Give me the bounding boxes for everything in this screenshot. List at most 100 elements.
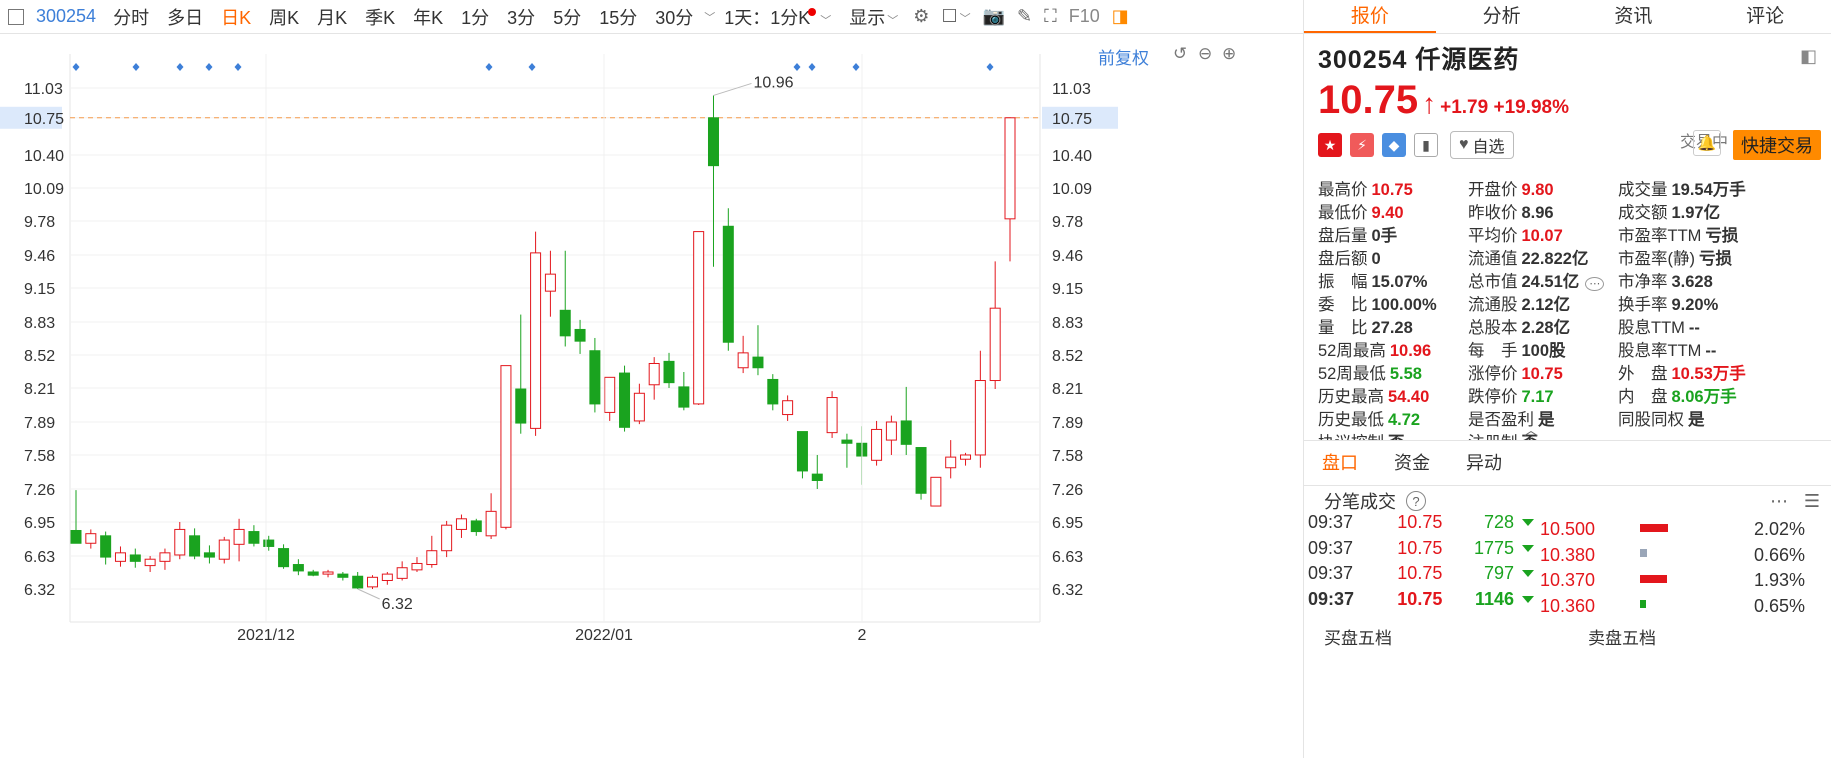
quote-value: 8.96	[1521, 203, 1554, 222]
quote-label: 委 比	[1318, 295, 1368, 314]
undo-icon[interactable]: ↺	[1173, 44, 1187, 64]
add-watchlist-button[interactable]: ♥ 自选	[1450, 131, 1514, 159]
market-subtab[interactable]: 盘口	[1304, 440, 1376, 486]
limit-up-icon[interactable]: ⚡	[1350, 133, 1374, 157]
quote-value: 9.80	[1521, 180, 1554, 199]
adjust-select[interactable]: 前复权	[1098, 44, 1149, 69]
candle-body	[218, 539, 230, 560]
market-subtab[interactable]: 异动	[1448, 440, 1520, 486]
multi-day-label: 1天：1分K	[724, 7, 811, 28]
panel-tab[interactable]: 分析	[1436, 0, 1568, 33]
quick-trade-button[interactable]: 快捷交易	[1733, 130, 1821, 160]
tag-icon[interactable]: ◆	[1382, 133, 1406, 157]
alert-bell-icon[interactable]: 🔔	[1693, 130, 1721, 156]
more-icon[interactable]: ⋯	[1585, 276, 1605, 291]
period-tab[interactable]: 分时	[104, 4, 158, 30]
candle-body	[885, 421, 897, 441]
collapse-panel-icon[interactable]: ◧	[1800, 46, 1817, 67]
camera-icon[interactable]: 📷	[977, 6, 1011, 27]
y-tick-label: 7.58	[24, 448, 55, 465]
more-icon[interactable]: ⋯	[1770, 491, 1788, 512]
tick-price: 10.75	[1397, 512, 1443, 533]
quote-label: 52周最低	[1318, 364, 1386, 383]
period-tab[interactable]: 年K	[404, 4, 452, 30]
depth-list: 10.500 2.02% 10.380 0.66% 10.370 1.93% 10.360 0…	[1540, 517, 1820, 617]
kline-svg[interactable]: 11.03 11.03 10.75 10.75 10.40 10.40 10.09 10.09…	[0, 34, 1303, 758]
panel-tab[interactable]: 报价	[1304, 0, 1436, 33]
period-tab[interactable]: 日K	[212, 4, 260, 30]
quote-cell: 流通股 2.12亿	[1468, 291, 1618, 315]
sidebar-toggle-icon[interactable]	[8, 8, 24, 25]
y-tick-label: 9.46	[24, 248, 55, 265]
panel-tab[interactable]: 评论	[1699, 0, 1831, 33]
quote-label: 最高价	[1318, 180, 1368, 199]
panel-tab[interactable]: 资讯	[1568, 0, 1700, 33]
help-icon[interactable]: ?	[1406, 491, 1426, 511]
quote-value: 2.28亿	[1521, 318, 1571, 337]
settings-icon[interactable]: ⚙	[907, 6, 935, 27]
fullscreen-icon[interactable]: ⛶	[1038, 6, 1063, 27]
quote-row: 最高价 10.75 开盘价 9.80 成交量 19.54万手	[1318, 176, 1828, 199]
filter-icon[interactable]: ☰	[1804, 491, 1820, 512]
more-periods-icon[interactable]: ﹀	[704, 9, 715, 25]
quote-label: 振 幅	[1318, 272, 1368, 291]
period-tab[interactable]: 月K	[308, 4, 356, 30]
notice-dot	[808, 7, 817, 16]
layout-icon[interactable]: ☐ ﹀	[935, 6, 976, 27]
quote-label: 股息TTM	[1618, 318, 1685, 337]
y-tick-label: 10.09	[24, 181, 64, 198]
quote-value: 9.20%	[1671, 295, 1719, 314]
quote-cell: 量 比 27.28	[1318, 314, 1468, 338]
kline-chart[interactable]: 11.03 11.03 10.75 10.75 10.40 10.40 10.09 10.09…	[0, 34, 1303, 758]
tick-list[interactable]: 09:37 10.75 728 09:37 10.75 1775 09:37 10.75 797…	[1304, 510, 1534, 618]
event-marker	[528, 63, 536, 71]
buy-five-label[interactable]: 买盘五档	[1304, 620, 1568, 648]
y-tick-label: 7.26	[24, 482, 55, 499]
quote-label: 市净率	[1618, 272, 1668, 291]
sell-five-label[interactable]: 卖盘五档	[1568, 620, 1831, 648]
period-tab[interactable]: 5分	[544, 4, 590, 30]
quote-label: 内 盘	[1618, 387, 1668, 406]
quote-value: 0手	[1371, 226, 1398, 245]
period-tab[interactable]: 多日	[158, 4, 212, 30]
multi-day-select[interactable]: 1天：1分K ﹀	[715, 4, 840, 30]
panel-toggle-icon[interactable]: ◨	[1106, 6, 1135, 27]
quote-value: 24.51亿	[1521, 272, 1580, 291]
quote-row: 盘后量 0手 平均价 10.07 市盈率TTM 亏损	[1318, 222, 1828, 245]
candle-body	[411, 562, 423, 571]
collapse-chevron-icon[interactable]: ︿	[1524, 420, 1538, 440]
period-tab[interactable]: 30分	[646, 4, 702, 30]
candle-body	[752, 356, 764, 369]
high-annotation: 10.96	[753, 74, 793, 91]
zoom-out-icon[interactable]: ⊖	[1198, 44, 1212, 64]
period-tab[interactable]: 周K	[260, 4, 308, 30]
quote-label: 换手率	[1618, 295, 1668, 314]
f10-icon[interactable]: F10	[1063, 6, 1106, 27]
zoom-in-icon[interactable]: ⊕	[1222, 44, 1236, 64]
market-subtab[interactable]: 资金	[1376, 440, 1448, 486]
quote-cell: 每 手 100股	[1468, 337, 1618, 361]
bookmark-icon[interactable]: ▮	[1414, 133, 1438, 157]
draw-icon[interactable]: ✎	[1011, 6, 1038, 27]
quote-value: 1.97亿	[1671, 203, 1721, 222]
event-marker	[793, 63, 801, 71]
display-label: 显示	[849, 7, 886, 28]
quote-cell: 盘后额 0	[1318, 245, 1468, 269]
quote-cell: 开盘价 9.80	[1468, 176, 1618, 200]
period-tab[interactable]: 季K	[356, 4, 404, 30]
depth-row: 10.360 0.65%	[1540, 594, 1820, 618]
display-select[interactable]: 显示 ﹀	[840, 4, 907, 30]
quote-label: 跌停价	[1468, 387, 1518, 406]
y-tick-label: 9.78	[24, 214, 55, 231]
quote-cell: 股息TTM --	[1618, 314, 1768, 338]
quote-value: --	[1688, 318, 1700, 337]
period-tab[interactable]: 15分	[590, 4, 646, 30]
period-tab[interactable]: 1分	[452, 4, 498, 30]
quote-row: 委 比 100.00% 流通股 2.12亿 换手率 9.20%	[1318, 291, 1828, 314]
quote-label: 总市值	[1468, 272, 1518, 291]
quote-cell: 总股本 2.28亿	[1468, 314, 1618, 338]
quote-row: 历史最高 54.40 跌停价 7.17 内 盘 8.06万手	[1318, 383, 1828, 406]
period-tab[interactable]: 3分	[498, 4, 544, 30]
quote-label: 平均价	[1468, 226, 1518, 245]
quote-label: 昨收价	[1468, 203, 1518, 222]
